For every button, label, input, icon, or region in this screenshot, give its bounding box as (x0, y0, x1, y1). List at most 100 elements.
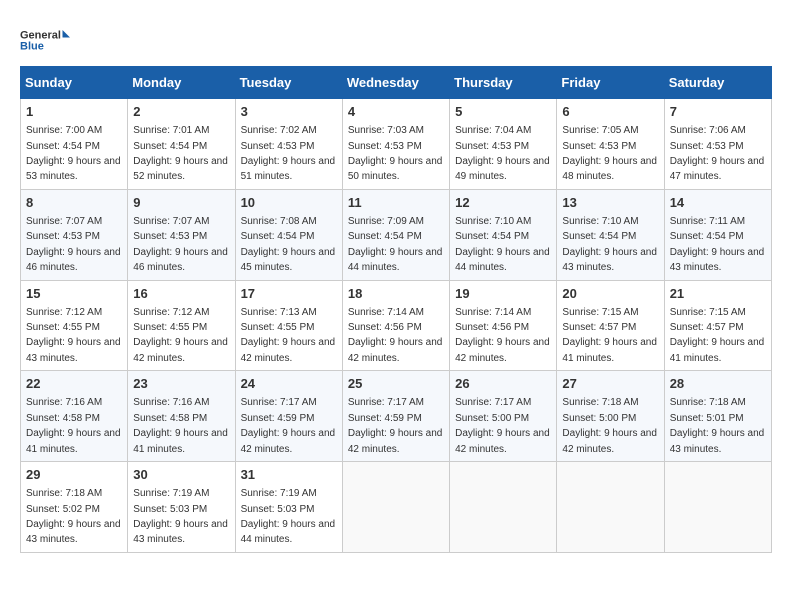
day-number: 11 (348, 194, 444, 212)
day-number: 25 (348, 375, 444, 393)
calendar-table: SundayMondayTuesdayWednesdayThursdayFrid… (20, 66, 772, 553)
day-cell: 27 Sunrise: 7:18 AMSunset: 5:00 PMDayligh… (557, 371, 664, 462)
day-info: Sunrise: 7:09 AMSunset: 4:54 PMDaylight:… (348, 216, 443, 273)
day-info: Sunrise: 7:07 AMSunset: 4:53 PMDaylight:… (133, 216, 228, 273)
day-number: 17 (241, 285, 337, 303)
day-cell: 22 Sunrise: 7:16 AMSunset: 4:58 PMDayligh… (21, 371, 128, 462)
day-number: 24 (241, 375, 337, 393)
day-cell: 28Sunrise: 7:18 AMSunset: 5:01 PMDayligh… (664, 371, 771, 462)
day-number: 28 (670, 375, 766, 393)
day-number: 30 (133, 466, 229, 484)
header-row: SundayMondayTuesdayWednesdayThursdayFrid… (21, 67, 772, 99)
day-number: 1 (26, 103, 122, 121)
day-info: Sunrise: 7:02 AMSunset: 4:53 PMDaylight:… (241, 125, 336, 182)
day-number: 16 (133, 285, 229, 303)
day-number: 3 (241, 103, 337, 121)
logo: General Blue (20, 20, 70, 60)
header-cell-monday: Monday (128, 67, 235, 99)
day-info: Sunrise: 7:07 AMSunset: 4:53 PMDaylight:… (26, 216, 121, 273)
day-info: Sunrise: 7:15 AMSunset: 4:57 PMDaylight:… (670, 307, 765, 364)
day-cell: 5Sunrise: 7:04 AMSunset: 4:53 PMDaylight… (450, 99, 557, 190)
day-number: 10 (241, 194, 337, 212)
day-number: 4 (348, 103, 444, 121)
header-cell-thursday: Thursday (450, 67, 557, 99)
day-cell: 21 Sunrise: 7:15 AMSunset: 4:57 PMDayligh… (664, 280, 771, 371)
day-info: Sunrise: 7:12 AMSunset: 4:55 PMDaylight:… (26, 307, 121, 364)
day-info: Sunrise: 7:15 AMSunset: 4:57 PMDaylight:… (562, 307, 657, 364)
day-number: 26 (455, 375, 551, 393)
day-cell: 2 Sunrise: 7:01 AMSunset: 4:54 PMDaylight… (128, 99, 235, 190)
day-number: 7 (670, 103, 766, 121)
day-info: Sunrise: 7:17 AMSunset: 5:00 PMDaylight:… (455, 397, 550, 454)
svg-text:General: General (20, 30, 61, 42)
day-cell (342, 462, 449, 553)
day-cell: 12Sunrise: 7:10 AMSunset: 4:54 PMDayligh… (450, 189, 557, 280)
day-info: Sunrise: 7:00 AMSunset: 4:54 PMDaylight:… (26, 125, 121, 182)
day-info: Sunrise: 7:01 AMSunset: 4:54 PMDaylight:… (133, 125, 228, 182)
day-info: Sunrise: 7:16 AMSunset: 4:58 PMDaylight:… (26, 397, 121, 454)
week-row-1: 1 Sunrise: 7:00 AMSunset: 4:54 PMDaylight… (21, 99, 772, 190)
day-number: 2 (133, 103, 229, 121)
header-cell-tuesday: Tuesday (235, 67, 342, 99)
day-number: 22 (26, 375, 122, 393)
day-info: Sunrise: 7:18 AMSunset: 5:00 PMDaylight:… (562, 397, 657, 454)
day-cell: 19Sunrise: 7:14 AMSunset: 4:56 PMDayligh… (450, 280, 557, 371)
day-cell: 31 Sunrise: 7:19 AMSunset: 5:03 PMDayligh… (235, 462, 342, 553)
calendar-body: 1 Sunrise: 7:00 AMSunset: 4:54 PMDaylight… (21, 99, 772, 553)
day-cell: 1 Sunrise: 7:00 AMSunset: 4:54 PMDaylight… (21, 99, 128, 190)
day-info: Sunrise: 7:11 AMSunset: 4:54 PMDaylight:… (670, 216, 765, 273)
day-number: 9 (133, 194, 229, 212)
day-number: 14 (670, 194, 766, 212)
calendar-header: SundayMondayTuesdayWednesdayThursdayFrid… (21, 67, 772, 99)
day-cell (557, 462, 664, 553)
day-cell: 14 Sunrise: 7:11 AMSunset: 4:54 PMDayligh… (664, 189, 771, 280)
day-cell: 3 Sunrise: 7:02 AMSunset: 4:53 PMDaylight… (235, 99, 342, 190)
day-cell (664, 462, 771, 553)
day-cell: 18Sunrise: 7:14 AMSunset: 4:56 PMDayligh… (342, 280, 449, 371)
header-cell-sunday: Sunday (21, 67, 128, 99)
day-info: Sunrise: 7:19 AMSunset: 5:03 PMDaylight:… (241, 488, 336, 545)
day-number: 20 (562, 285, 658, 303)
day-number: 19 (455, 285, 551, 303)
day-cell: 7 Sunrise: 7:06 AMSunset: 4:53 PMDaylight… (664, 99, 771, 190)
day-cell (450, 462, 557, 553)
day-number: 8 (26, 194, 122, 212)
day-number: 27 (562, 375, 658, 393)
day-cell: 29Sunrise: 7:18 AMSunset: 5:02 PMDayligh… (21, 462, 128, 553)
day-cell: 23Sunrise: 7:16 AMSunset: 4:58 PMDayligh… (128, 371, 235, 462)
day-info: Sunrise: 7:14 AMSunset: 4:56 PMDaylight:… (348, 307, 443, 364)
day-info: Sunrise: 7:17 AMSunset: 4:59 PMDaylight:… (241, 397, 336, 454)
day-number: 23 (133, 375, 229, 393)
day-cell: 26 Sunrise: 7:17 AMSunset: 5:00 PMDayligh… (450, 371, 557, 462)
day-cell: 30Sunrise: 7:19 AMSunset: 5:03 PMDayligh… (128, 462, 235, 553)
day-cell: 11 Sunrise: 7:09 AMSunset: 4:54 PMDayligh… (342, 189, 449, 280)
header-cell-saturday: Saturday (664, 67, 771, 99)
day-cell: 10 Sunrise: 7:08 AMSunset: 4:54 PMDayligh… (235, 189, 342, 280)
header-cell-wednesday: Wednesday (342, 67, 449, 99)
day-number: 15 (26, 285, 122, 303)
day-cell: 9 Sunrise: 7:07 AMSunset: 4:53 PMDaylight… (128, 189, 235, 280)
day-cell: 13Sunrise: 7:10 AMSunset: 4:54 PMDayligh… (557, 189, 664, 280)
day-info: Sunrise: 7:17 AMSunset: 4:59 PMDaylight:… (348, 397, 443, 454)
day-info: Sunrise: 7:03 AMSunset: 4:53 PMDaylight:… (348, 125, 443, 182)
day-cell: 6Sunrise: 7:05 AMSunset: 4:53 PMDaylight… (557, 99, 664, 190)
header: General Blue (20, 20, 772, 60)
week-row-2: 8 Sunrise: 7:07 AMSunset: 4:53 PMDaylight… (21, 189, 772, 280)
day-info: Sunrise: 7:10 AMSunset: 4:54 PMDaylight:… (562, 216, 657, 273)
header-cell-friday: Friday (557, 67, 664, 99)
day-info: Sunrise: 7:12 AMSunset: 4:55 PMDaylight:… (133, 307, 228, 364)
logo-svg: General Blue (20, 20, 70, 60)
day-number: 31 (241, 466, 337, 484)
week-row-5: 29Sunrise: 7:18 AMSunset: 5:02 PMDayligh… (21, 462, 772, 553)
day-cell: 24 Sunrise: 7:17 AMSunset: 4:59 PMDayligh… (235, 371, 342, 462)
day-number: 21 (670, 285, 766, 303)
day-cell: 16 Sunrise: 7:12 AMSunset: 4:55 PMDayligh… (128, 280, 235, 371)
day-info: Sunrise: 7:06 AMSunset: 4:53 PMDaylight:… (670, 125, 765, 182)
day-info: Sunrise: 7:05 AMSunset: 4:53 PMDaylight:… (562, 125, 657, 182)
day-cell: 17Sunrise: 7:13 AMSunset: 4:55 PMDayligh… (235, 280, 342, 371)
day-cell: 20 Sunrise: 7:15 AMSunset: 4:57 PMDayligh… (557, 280, 664, 371)
week-row-4: 22 Sunrise: 7:16 AMSunset: 4:58 PMDayligh… (21, 371, 772, 462)
day-number: 29 (26, 466, 122, 484)
day-info: Sunrise: 7:08 AMSunset: 4:54 PMDaylight:… (241, 216, 336, 273)
day-cell: 25 Sunrise: 7:17 AMSunset: 4:59 PMDayligh… (342, 371, 449, 462)
